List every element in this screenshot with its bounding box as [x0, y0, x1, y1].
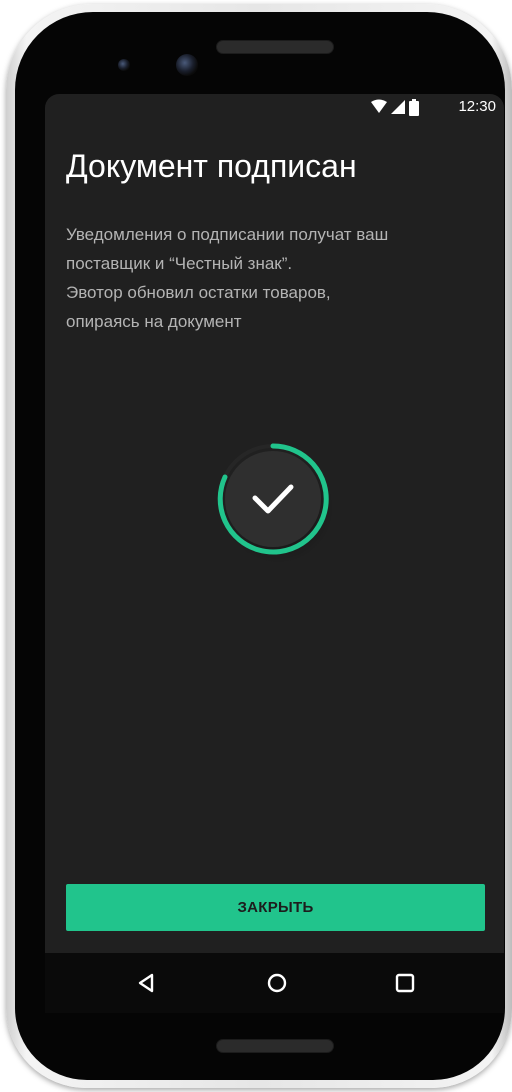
status-time: 12:30: [458, 98, 496, 115]
earpiece-speaker: [216, 40, 334, 54]
description-line: Уведомления о подписании получат ваш: [66, 225, 389, 244]
front-camera-icon: [176, 54, 198, 76]
signal-icon: [391, 100, 405, 114]
back-triangle-icon[interactable]: [135, 971, 159, 995]
recents-square-icon[interactable]: [393, 971, 417, 995]
sensor-icon: [118, 59, 130, 71]
app-screen: 12:30 Документ подписан Уведомления о по…: [45, 94, 504, 953]
description-line: Эвотор обновил остатки товаров,: [66, 283, 331, 302]
page-title: Документ подписан: [66, 148, 357, 184]
wifi-icon: [371, 99, 387, 113]
navigation-bar: [45, 953, 504, 1013]
bottom-speaker: [216, 1039, 334, 1053]
battery-icon: [409, 99, 419, 116]
description-line: опираясь на документ: [66, 312, 242, 331]
description-line: поставщик и “Честный знак”.: [66, 254, 293, 273]
close-button[interactable]: ЗАКРЫТЬ: [66, 884, 485, 931]
description-text: Уведомления о подписании получат ваш пос…: [66, 220, 486, 336]
status-bar: 12:30: [45, 94, 504, 122]
home-circle-icon[interactable]: [265, 971, 289, 995]
check-circle-icon: [217, 443, 334, 564]
